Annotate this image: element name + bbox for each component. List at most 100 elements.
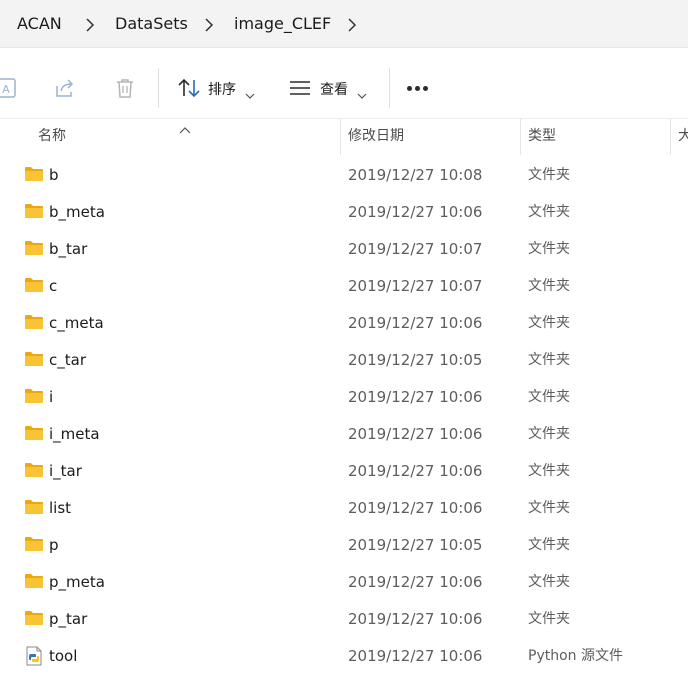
file-row[interactable]: p 2019/12/27 10:05 文件夹 [0,526,688,563]
file-row[interactable]: p_meta 2019/12/27 10:06 文件夹 [0,563,688,600]
file-name[interactable]: c_meta [49,304,104,342]
more-icon[interactable] [405,86,431,92]
toolbar-divider [158,68,159,108]
column-header-type[interactable]: 类型 [528,119,556,155]
file-type: Python 源文件 [528,648,623,664]
file-type: 文件夹 [528,426,570,442]
file-modified-date: 2019/12/27 10:06 [348,425,483,443]
folder-icon [24,203,44,223]
folder-icon [24,314,44,334]
file-type: 文件夹 [528,537,570,553]
folder-icon [24,573,44,593]
delete-icon[interactable] [113,76,137,100]
folder-icon [24,499,44,519]
file-row[interactable]: tool 2019/12/27 10:06 Python 源文件 [0,637,688,674]
sort-icon [177,77,201,103]
file-type: 文件夹 [528,167,570,183]
file-type: 文件夹 [528,315,570,331]
file-modified-date: 2019/12/27 10:05 [348,351,483,369]
file-modified-date: 2019/12/27 10:06 [348,314,483,332]
file-name[interactable]: c [49,267,57,305]
file-modified-date: 2019/12/27 10:06 [348,203,483,221]
file-modified-date: 2019/12/27 10:06 [348,462,483,480]
file-row[interactable]: b_tar 2019/12/27 10:07 文件夹 [0,230,688,267]
file-type: 文件夹 [528,611,570,627]
chevron-right-icon[interactable] [344,0,360,48]
file-type: 文件夹 [528,241,570,257]
file-modified-date: 2019/12/27 10:05 [348,536,483,554]
view-button[interactable]: 查看 [282,68,382,108]
python-file-icon [25,646,43,670]
sort-label: 排序 [208,82,236,98]
file-row[interactable]: b_meta 2019/12/27 10:06 文件夹 [0,193,688,230]
file-modified-date: 2019/12/27 10:06 [348,388,483,406]
file-name[interactable]: b_tar [49,230,87,268]
file-name[interactable]: i_tar [49,452,82,490]
breadcrumb-item-image-clef[interactable]: image_CLEF [234,0,331,48]
breadcrumb-item-datasets[interactable]: DataSets [115,0,188,48]
sort-ascending-icon [179,119,191,138]
file-list: b 2019/12/27 10:08 文件夹 b_meta 2019/12/27 10… [0,156,688,674]
column-resize-handle[interactable] [340,119,341,155]
file-name[interactable]: i [49,378,53,416]
view-label: 查看 [320,82,348,98]
folder-icon [24,351,44,371]
file-modified-date: 2019/12/27 10:06 [348,647,483,665]
file-row[interactable]: i_tar 2019/12/27 10:06 文件夹 [0,452,688,489]
breadcrumb-item-acan[interactable]: ACAN [17,0,62,48]
breadcrumb: ACAN DataSets image_CLEF [0,0,688,48]
folder-icon [24,462,44,482]
toolbar-divider [389,68,390,108]
chevron-right-icon [201,0,217,48]
file-modified-date: 2019/12/27 10:06 [348,610,483,628]
column-header-size[interactable]: 大 [678,119,688,155]
column-header-row: 名称 修改日期 类型 大 [0,118,688,155]
file-row[interactable]: c 2019/12/27 10:07 文件夹 [0,267,688,304]
file-type: 文件夹 [528,500,570,516]
file-modified-date: 2019/12/27 10:06 [348,573,483,591]
file-name[interactable]: b_meta [49,193,105,231]
file-name[interactable]: i_meta [49,415,100,453]
chevron-right-icon [82,0,98,48]
command-bar: A 排序 查看 [0,58,688,118]
folder-icon [24,166,44,186]
share-icon[interactable] [53,76,77,100]
view-icon [288,79,312,101]
file-type: 文件夹 [528,204,570,220]
file-type: 文件夹 [528,463,570,479]
folder-icon [24,388,44,408]
svg-text:A: A [2,83,10,96]
column-header-date[interactable]: 修改日期 [348,119,404,155]
column-resize-handle[interactable] [670,119,671,155]
ai-icon[interactable]: A [0,76,19,100]
file-name[interactable]: b [49,156,59,194]
folder-icon [24,240,44,260]
file-name[interactable]: list [49,489,71,527]
file-row[interactable]: list 2019/12/27 10:06 文件夹 [0,489,688,526]
file-name[interactable]: tool [49,637,77,675]
file-row[interactable]: p_tar 2019/12/27 10:06 文件夹 [0,600,688,637]
folder-icon [24,277,44,297]
file-type: 文件夹 [528,389,570,405]
file-modified-date: 2019/12/27 10:06 [348,499,483,517]
column-resize-handle[interactable] [520,119,521,155]
folder-icon [24,425,44,445]
file-row[interactable]: c_meta 2019/12/27 10:06 文件夹 [0,304,688,341]
file-name[interactable]: p_tar [49,600,87,638]
file-modified-date: 2019/12/27 10:07 [348,240,483,258]
file-type: 文件夹 [528,574,570,590]
sort-button[interactable]: 排序 [170,68,270,108]
column-header-name[interactable]: 名称 [38,119,66,155]
file-row[interactable]: b 2019/12/27 10:08 文件夹 [0,156,688,193]
file-type: 文件夹 [528,278,570,294]
file-row[interactable]: i 2019/12/27 10:06 文件夹 [0,378,688,415]
file-modified-date: 2019/12/27 10:08 [348,166,483,184]
file-name[interactable]: c_tar [49,341,86,379]
file-row[interactable]: c_tar 2019/12/27 10:05 文件夹 [0,341,688,378]
folder-icon [24,536,44,556]
file-name[interactable]: p_meta [49,563,105,601]
folder-icon [24,610,44,630]
chevron-down-icon [357,85,367,104]
file-name[interactable]: p [49,526,59,564]
file-row[interactable]: i_meta 2019/12/27 10:06 文件夹 [0,415,688,452]
